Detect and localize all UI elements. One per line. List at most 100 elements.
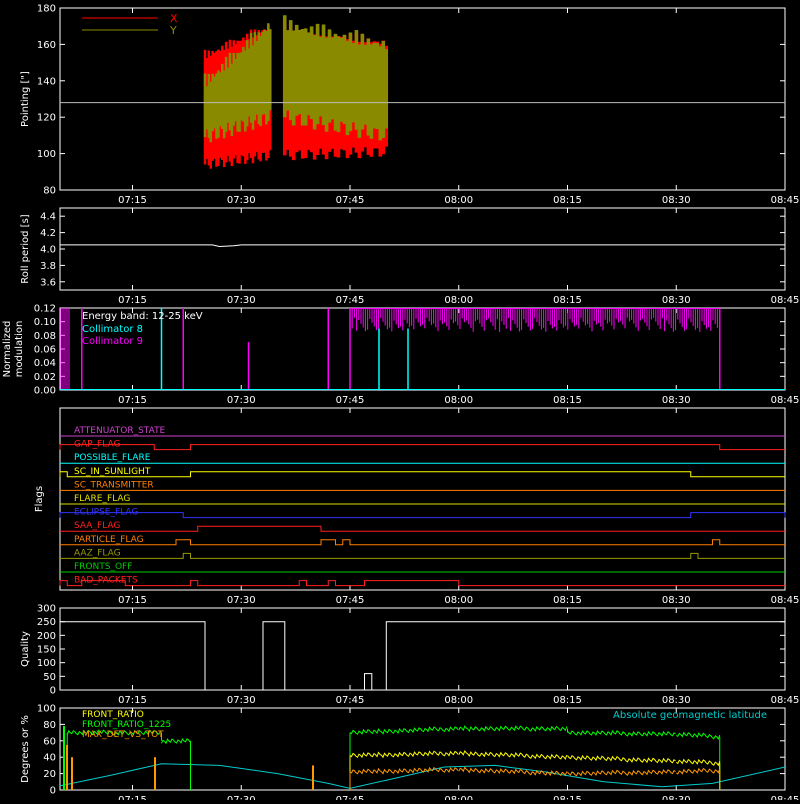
quality-ytick-label: 200	[37, 631, 56, 642]
pointing-ytick-label: 180	[37, 4, 56, 15]
plot-canvas: 07:15 07:30 07:45 08:00 08:15 08:30 08:45 80 100…	[2, 4, 800, 804]
roll_period-xtick-label: 08:45	[771, 295, 800, 306]
quality-ytick-label: 150	[37, 645, 56, 656]
modulation-xtick-label: 08:15	[553, 395, 582, 406]
roll_period-ytick-label: 3.6	[40, 277, 56, 288]
flag-label: SC_TRANSMITTER	[74, 480, 154, 490]
latitude-line	[59, 763, 786, 789]
pointing-xtick-label: 07:30	[227, 195, 256, 206]
modulation-xtick-label: 08:30	[662, 395, 691, 406]
ratios-xtick-label: 07:45	[336, 795, 365, 800]
front-ratio-1225-line	[161, 738, 191, 745]
pointing-xtick-label: 07:45	[336, 195, 365, 206]
flags-xtick-label: 07:30	[227, 595, 256, 606]
flags-frame	[59, 407, 786, 591]
pointing-ylabel: Pointing ["]	[20, 71, 31, 127]
ratios-ytick-label: 0	[50, 786, 56, 797]
flags-ylabel: Flags	[34, 486, 45, 512]
ratios-xtick-label: 08:15	[553, 795, 582, 800]
modulation-ytick-label: 0.06	[34, 345, 56, 356]
flag-trace	[60, 552, 785, 559]
modulation-ytick-label: 0.08	[34, 331, 56, 342]
quality-ytick-label: 50	[43, 672, 56, 683]
ratios-panel: 07:15 07:30 07:45 08:00 08:15 08:30 08:45 0 20 40…	[20, 704, 800, 804]
pointing-frame	[59, 7, 786, 191]
modulation-ytick-label: 0.04	[34, 358, 56, 369]
flags-xtick-label: 08:00	[444, 595, 473, 606]
modulation-xtick-label: 07:30	[227, 395, 256, 406]
quality-ylabel: Quality	[20, 631, 31, 667]
quality-line	[60, 621, 785, 691]
roll_period-ytick-label: 3.8	[40, 261, 56, 272]
flag-trace	[59, 512, 786, 519]
roll_period-ytick-label: 4.2	[40, 228, 56, 239]
roll_period-ytick-label: 4.4	[40, 212, 56, 223]
quality-frame	[59, 607, 786, 691]
ratios-legend-1: FRONT_RATIO	[82, 710, 144, 720]
latitude-annotation: Absolute geomagnetic latitude	[613, 710, 767, 721]
max-det-vs-tot-line	[676, 767, 721, 775]
modulation-xtick-label: 08:45	[771, 395, 800, 406]
roll_period-xtick-label: 08:15	[553, 295, 582, 306]
roll_period-xtick-label: 07:45	[336, 295, 365, 306]
quality-ytick-label: 250	[37, 617, 56, 628]
ratios-ytick-label: 20	[43, 769, 56, 780]
flags-panel: 07:15 07:30 07:45 08:00 08:15 08:30 08:45 Flags…	[34, 407, 799, 606]
pointing-ytick-label: 140	[37, 76, 56, 87]
modulation-xtick-label: 08:00	[444, 395, 473, 406]
max-det-vs-tot-line	[458, 766, 568, 777]
modulation-ytick-label: 0.00	[34, 386, 56, 397]
ratios-xtick-label: 08:45	[771, 795, 800, 800]
flag-label: AAZ_FLAG	[74, 548, 121, 558]
front-ratio-line	[676, 758, 721, 767]
pointing-xtick-label: 08:45	[771, 195, 800, 206]
front-ratio-1225-line	[349, 726, 459, 735]
modulation-legend-2: Collimator 9	[82, 336, 143, 347]
ratios-ytick-label: 80	[43, 720, 56, 731]
quality-xtick-label: 08:30	[662, 695, 691, 706]
ratios-ytick-label: 100	[37, 704, 56, 715]
flags-xtick-label: 07:15	[118, 595, 147, 606]
front-ratio-1225-line	[458, 725, 568, 733]
ratios-legend-3: MAX_DET_VS_TOT	[82, 730, 164, 740]
roll_period-xtick-label: 07:30	[227, 295, 256, 306]
modulation-legend-1: Collimator 8	[82, 324, 143, 335]
front-ratio-1225-line	[567, 730, 676, 737]
flag-trace	[59, 444, 785, 451]
flag-trace	[60, 539, 785, 546]
flag-label: FLARE_FLAG	[74, 494, 130, 504]
modulation-ytick-label: 0.12	[34, 304, 56, 315]
quality-xtick-label: 07:30	[227, 695, 256, 706]
modulation-xtick-label: 07:45	[336, 395, 365, 406]
max-det-vs-tot-line	[567, 769, 676, 777]
roll_period-xtick-label: 07:15	[118, 295, 147, 306]
pointing-xtick-label: 08:00	[444, 195, 473, 206]
ratios-legend-2: FRONT_RATIO_1225	[82, 720, 171, 730]
front-ratio-line	[349, 750, 459, 759]
modulation-ytick-label: 0.10	[34, 317, 56, 328]
flag-trace	[59, 580, 785, 587]
ratios-xtick-label: 07:30	[227, 795, 256, 800]
flag-trace	[59, 471, 785, 478]
pointing-ytick-label: 100	[37, 149, 56, 160]
quality-xtick-label: 08:15	[553, 695, 582, 706]
roll_period-panel: 07:15 07:30 07:45 08:00 08:15 08:30 08:45 3.6 3.…	[20, 207, 800, 306]
ratios-xtick-label: 08:00	[444, 795, 473, 800]
quality-ytick-label: 100	[37, 658, 56, 669]
flag-label: ATTENUATOR_STATE	[74, 426, 166, 436]
max-det-vs-tot-line	[349, 766, 459, 775]
quality-xtick-label: 07:15	[118, 695, 147, 706]
roll_period-xtick-label: 08:00	[444, 295, 473, 306]
front-ratio-line	[567, 754, 676, 764]
flags-xtick-label: 07:45	[336, 595, 365, 606]
legend-label-y: Y	[169, 24, 177, 37]
pointing-ytick-label: 80	[43, 186, 56, 197]
ratios-xtick-label: 07:15	[118, 795, 147, 800]
quality-xtick-label: 08:00	[444, 695, 473, 706]
flag-label: POSSIBLE_FLARE	[74, 453, 151, 463]
ratios-xtick-label: 08:30	[662, 795, 691, 800]
modulation-ylabel: Normalizedmodulation	[2, 321, 25, 378]
quality-xtick-label: 08:45	[771, 695, 800, 706]
flag-label: SAA_FLAG	[74, 521, 120, 531]
flags-xtick-label: 08:15	[553, 595, 582, 606]
